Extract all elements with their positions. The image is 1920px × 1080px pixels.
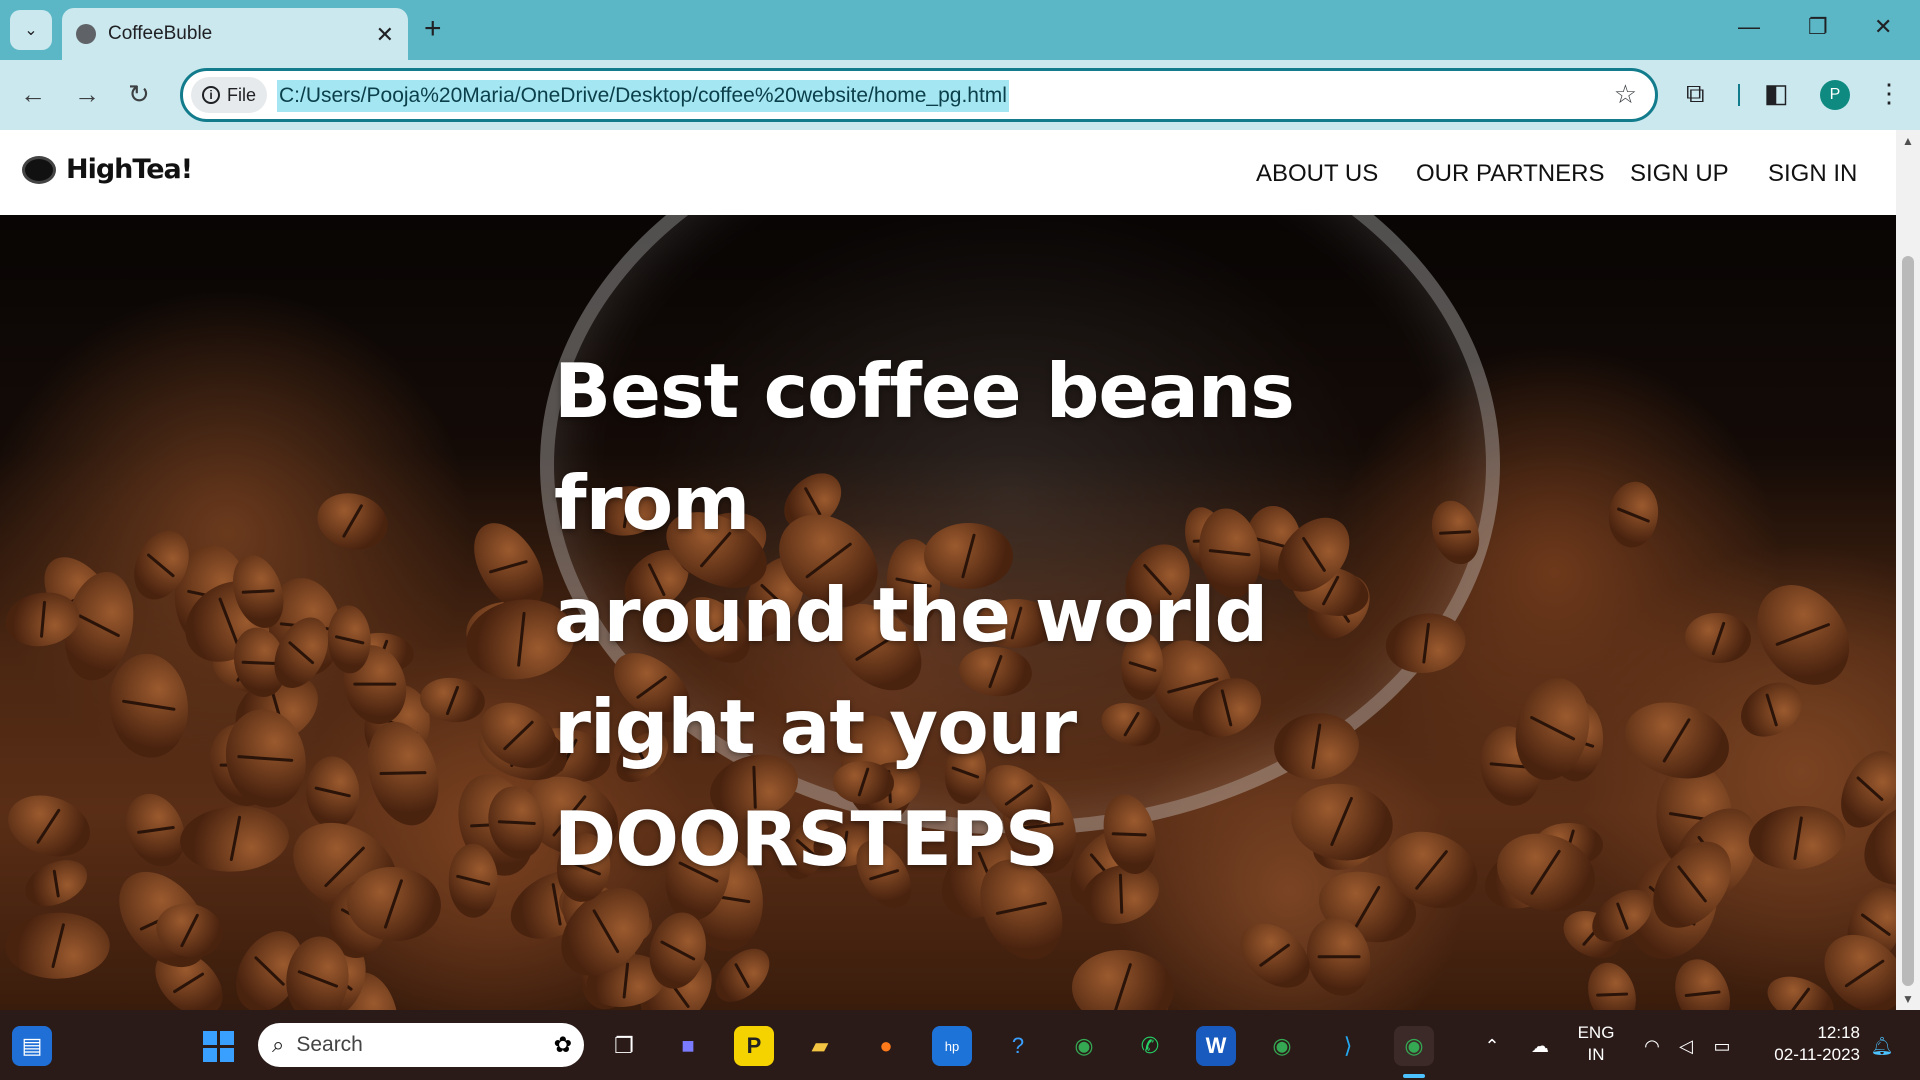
globe-icon [76, 24, 96, 44]
coffee-bean [0, 785, 99, 868]
profile-initial: P [1829, 86, 1841, 103]
clock[interactable]: 12:18 02-11-2023 [1756, 1022, 1860, 1066]
url-text[interactable]: C:/Users/Pooja%20Maria/OneDrive/Desktop/… [277, 80, 1009, 112]
nav-about-us[interactable]: ABOUT US [1256, 160, 1378, 188]
back-icon[interactable]: ← [20, 79, 46, 110]
browser-toolbar: ← → ↻ i File C:/Users/Pooja%20Maria/OneD… [0, 60, 1920, 130]
flowers-icon: ✿ [553, 1032, 572, 1057]
hero-banner: Best coffee beans from around the world … [0, 215, 1896, 1010]
help-icon[interactable]: ? [998, 1026, 1038, 1066]
restore-icon[interactable]: ❐ [1808, 14, 1828, 40]
vscode-icon[interactable]: ⟩ [1328, 1026, 1368, 1066]
language-indicator[interactable]: ENG IN [1572, 1022, 1620, 1066]
extensions-icon[interactable]: ⧉ [1686, 78, 1705, 110]
site-info-label: File [226, 84, 256, 105]
tab-title: CoffeeBuble [108, 23, 213, 44]
address-bar[interactable]: i File C:/Users/Pooja%20Maria/OneDrive/D… [180, 68, 1658, 122]
coffee-bean [178, 802, 292, 876]
coffee-bean [1738, 567, 1869, 704]
coffee-bean [1580, 956, 1644, 1010]
scroll-up-icon[interactable]: ▲ [1902, 134, 1914, 148]
bookmark-star-icon[interactable]: ☆ [1614, 79, 1637, 110]
coffee-bean [1228, 910, 1322, 1002]
word-icon[interactable]: W [1196, 1026, 1236, 1066]
task-view-icon[interactable]: ❐ [604, 1026, 644, 1066]
headline-line-1: Best coffee beans from [554, 347, 1295, 547]
chevron-up-icon[interactable]: ⌃ [1472, 1026, 1512, 1066]
widgets-icon[interactable]: ▤ [12, 1026, 52, 1066]
coffee-bean [1745, 801, 1849, 875]
search-label: Search [296, 1033, 363, 1056]
headline-line-4: DOORSTEPS [554, 795, 1059, 883]
site-navbar: HighTea! ABOUT US OUR PARTNERS SIGN UP S… [0, 130, 1896, 215]
active-app-indicator [1403, 1074, 1425, 1078]
clock-time: 12:18 [1817, 1023, 1860, 1042]
lang-bottom: IN [1587, 1045, 1605, 1064]
file-explorer-icon[interactable]: ▰ [800, 1026, 840, 1066]
coffee-bean [1069, 947, 1177, 1010]
page-scrollbar[interactable]: ▲ ▼ [1896, 130, 1920, 1010]
coffee-bean [1730, 671, 1812, 748]
browser-titlebar: ⌄ CoffeeBuble ✕ + — ❐ ✕ [0, 0, 1920, 60]
battery-icon[interactable]: ▭ [1702, 1026, 1742, 1066]
scroll-down-icon[interactable]: ▼ [1902, 992, 1914, 1006]
nav-our-partners[interactable]: OUR PARTNERS [1416, 160, 1604, 188]
coffee-bean [447, 843, 499, 918]
coffee-bean [105, 649, 194, 762]
coffee-bean [18, 851, 95, 916]
tab-search-button[interactable]: ⌄ [10, 10, 52, 50]
chrome-profile-icon[interactable]: ◉ [1262, 1026, 1302, 1066]
chrome-icon[interactable]: ◉ [1064, 1026, 1104, 1066]
page-viewport: HighTea! ABOUT US OUR PARTNERS SIGN UP S… [0, 130, 1896, 1010]
p-app-icon[interactable]: P [734, 1026, 774, 1066]
profile-avatar[interactable]: P [1820, 80, 1850, 110]
onedrive-error-icon[interactable]: ☁ [1520, 1026, 1560, 1066]
side-panel-icon[interactable]: ◧ [1764, 78, 1789, 109]
taskbar-search[interactable]: ⌕ Search ✿ [258, 1023, 584, 1067]
myhp-icon[interactable]: hp [932, 1026, 972, 1066]
chevron-down-icon: ⌄ [24, 22, 38, 39]
coffee-bean [311, 486, 395, 558]
toolbar-divider [1738, 84, 1740, 106]
notification-bell-icon[interactable]: 🔔︎ [1862, 1026, 1902, 1066]
site-info-chip[interactable]: i File [191, 77, 267, 113]
headline-line-2: around the world [554, 571, 1268, 659]
coffee-bean [5, 911, 110, 980]
nav-sign-up[interactable]: SIGN UP [1630, 160, 1729, 188]
volume-icon[interactable]: ◁ [1666, 1026, 1706, 1066]
lang-top: ENG [1577, 1023, 1615, 1042]
whatsapp-icon[interactable]: ✆ [1130, 1026, 1170, 1066]
headline-line-3: right at your [554, 683, 1077, 771]
clock-date: 02-11-2023 [1774, 1045, 1860, 1064]
coffee-bean [1604, 478, 1662, 551]
coffee-bean [1683, 610, 1753, 666]
coffee-cup-icon [22, 155, 56, 184]
browser-tab-active[interactable]: CoffeeBuble ✕ [62, 8, 408, 60]
minimize-icon[interactable]: — [1738, 14, 1760, 40]
windows-start-icon[interactable] [198, 1026, 238, 1066]
logo-text: HighTea! [66, 154, 193, 185]
new-tab-button[interactable]: + [424, 12, 442, 46]
coffee-bean [1616, 691, 1739, 791]
nav-sign-in[interactable]: SIGN IN [1768, 160, 1857, 188]
teams-chat-icon[interactable]: ■ [668, 1026, 708, 1066]
chrome-active-icon[interactable]: ◉ [1394, 1026, 1434, 1066]
windows-taskbar: ▤ ⌕ Search ✿ ❐ ■ P ▰ ● hp ? ◉ ✆ W ◉ ⟩ ◉ … [0, 1010, 1920, 1080]
hero-headline: Best coffee beans from around the world … [554, 335, 1454, 895]
firefox-icon[interactable]: ● [866, 1026, 906, 1066]
reload-icon[interactable]: ↻ [128, 79, 150, 110]
search-icon: ⌕ [272, 1032, 285, 1057]
scrollbar-thumb[interactable] [1902, 256, 1914, 986]
coffee-bean [1666, 951, 1741, 1010]
site-logo[interactable]: HighTea! [22, 154, 193, 185]
forward-icon[interactable]: → [74, 79, 100, 110]
menu-kebab-icon[interactable]: ⋮ [1876, 78, 1902, 109]
coffee-bean [305, 755, 361, 830]
close-tab-icon[interactable]: ✕ [376, 22, 394, 48]
close-window-icon[interactable]: ✕ [1874, 14, 1892, 40]
info-icon: i [201, 86, 220, 104]
